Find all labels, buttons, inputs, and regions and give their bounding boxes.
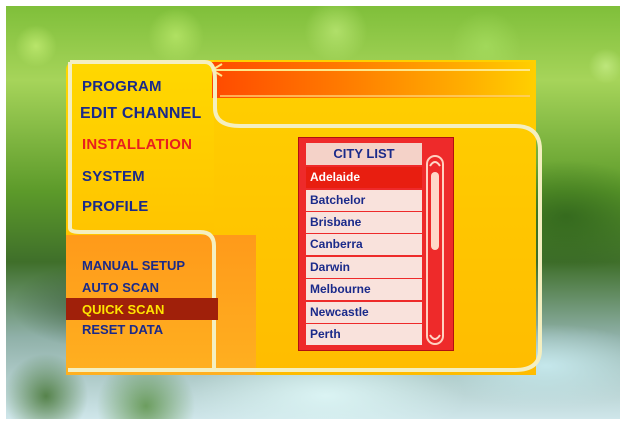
menu-item-installation[interactable]: INSTALLATION	[82, 136, 192, 153]
menu-item-system[interactable]: SYSTEM	[82, 168, 145, 185]
scroll-up-icon[interactable]	[428, 158, 442, 168]
menu-item-profile[interactable]: PROFILE	[82, 198, 148, 215]
submenu-item-reset-data[interactable]: RESET DATA	[82, 322, 163, 337]
city-list-item[interactable]: Adelaide	[306, 167, 422, 188]
scrollbar-thumb[interactable]	[431, 172, 439, 250]
menu-item-edit-channel[interactable]: EDIT CHANNEL	[80, 105, 202, 123]
submenu-item-quick-scan[interactable]: QUICK SCAN	[82, 302, 164, 317]
scroll-down-icon[interactable]	[428, 333, 442, 343]
city-list-item[interactable]: Melbourne	[306, 279, 422, 300]
submenu-item-manual-setup[interactable]: MANUAL SETUP	[82, 258, 185, 273]
submenu-item-auto-scan[interactable]: AUTO SCAN	[82, 280, 159, 295]
city-list-item[interactable]: Batchelor	[306, 190, 422, 211]
city-list-item[interactable]: Newcastle	[306, 302, 422, 323]
city-list-item[interactable]: Canberra	[306, 234, 422, 255]
city-list-title: CITY LIST	[306, 143, 422, 165]
city-list-item[interactable]: Darwin	[306, 257, 422, 278]
tv-screen: PROGRAM EDIT CHANNEL INSTALLATION SYSTEM…	[0, 0, 626, 424]
header-stripe	[212, 62, 534, 98]
city-list-item[interactable]: Brisbane	[306, 212, 422, 233]
city-list-item[interactable]: Perth	[306, 324, 422, 345]
menu-item-program[interactable]: PROGRAM	[82, 78, 162, 95]
